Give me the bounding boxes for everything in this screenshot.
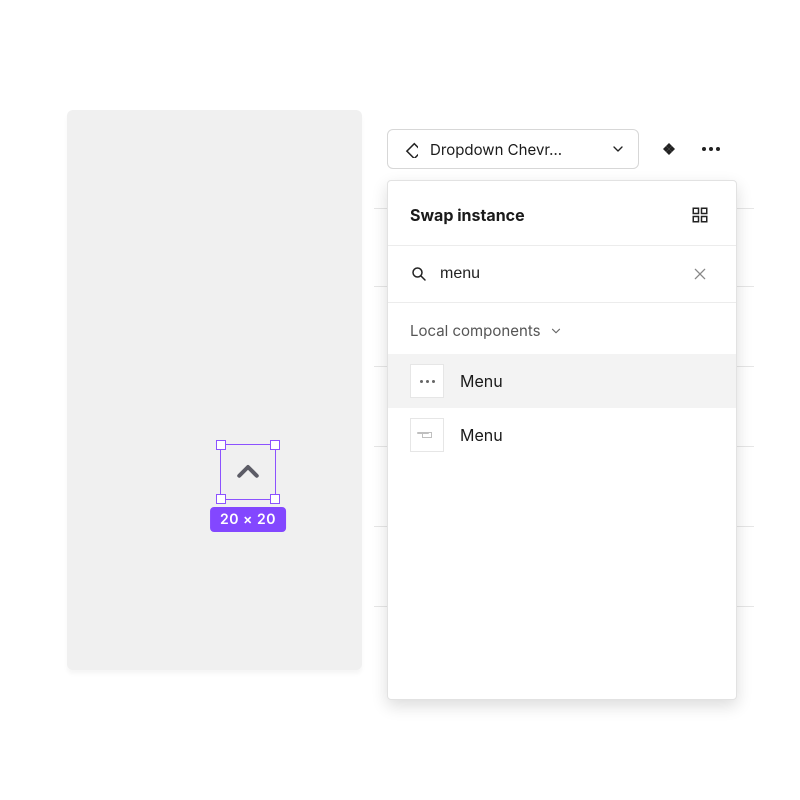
panel-title: Swap instance: [410, 205, 525, 225]
selection-dimensions: 20 × 20: [210, 507, 286, 532]
section-header[interactable]: Local components: [388, 303, 736, 354]
component-result[interactable]: Menu: [388, 354, 736, 408]
more-options-icon[interactable]: [697, 135, 725, 163]
inspector-region: Dropdown Chevr… Swap instance: [375, 120, 753, 680]
instance-selector[interactable]: Dropdown Chevr…: [387, 129, 639, 169]
component-result-label: Menu: [460, 425, 503, 445]
search-icon: [410, 265, 428, 283]
resize-handle-tr[interactable]: [270, 440, 280, 450]
component-result[interactable]: Menu: [388, 408, 736, 462]
resize-handle-tl[interactable]: [216, 440, 226, 450]
grid-view-icon[interactable]: [686, 201, 714, 229]
component-thumbnail: [410, 364, 444, 398]
component-thumbnail: [410, 418, 444, 452]
search-input[interactable]: [440, 265, 674, 283]
swap-instance-panel: Swap instance Local components Menu: [387, 180, 737, 700]
chevron-down-icon: [610, 141, 626, 157]
component-icon: [400, 140, 418, 158]
resize-handle-bl[interactable]: [216, 494, 226, 504]
canvas-frame: 20 × 20: [67, 110, 362, 670]
clear-search-icon[interactable]: [686, 260, 714, 288]
component-result-label: Menu: [460, 371, 503, 391]
section-label: Local components: [410, 321, 541, 340]
chevron-up-icon: [233, 457, 263, 487]
resize-handle-br[interactable]: [270, 494, 280, 504]
search-row: [388, 245, 736, 303]
instance-name: Dropdown Chevr…: [430, 140, 598, 159]
chevron-down-icon: [549, 324, 563, 338]
swap-instance-icon[interactable]: [655, 135, 683, 163]
selection-outline[interactable]: 20 × 20: [220, 444, 276, 500]
